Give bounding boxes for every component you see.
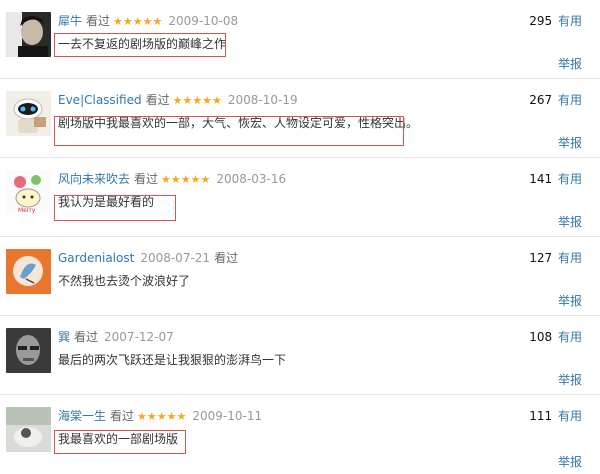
watch-status: 看过 xyxy=(214,251,239,265)
robot-avatar xyxy=(6,91,51,136)
review-item: 巽看过 2007-12-07 最后的两次飞跃还是让我狠狠的澎湃鸟一下 108 有用… xyxy=(0,316,600,395)
svg-text:Merry: Merry xyxy=(18,207,36,214)
review-date: 2009-10-08 xyxy=(168,14,239,28)
vote-count: 108 xyxy=(529,330,553,344)
highlight-box xyxy=(54,116,404,146)
review-item: 海棠一生 看过 ★★★★★ 2009-10-11 我最喜欢的一部剧场版 111 有用 … xyxy=(0,395,600,474)
useful-button[interactable]: 有用 xyxy=(558,409,582,423)
watch-status: 看过 xyxy=(74,330,99,344)
report-link[interactable]: 举报 xyxy=(558,56,582,72)
username-link[interactable]: 巽 xyxy=(58,330,70,344)
vote-count: 267 xyxy=(529,93,553,107)
rating-stars: ★★★★★ xyxy=(172,94,222,107)
review-date: 2008-10-19 xyxy=(227,93,298,107)
report-link[interactable]: 举报 xyxy=(558,293,582,309)
review-date: 2008-03-16 xyxy=(216,172,287,186)
review-item: Gardenialost 2008-07-21 看过 不然我也去烫个波浪好了 127… xyxy=(0,237,600,316)
review-header: 犀牛 看过 ★★★★★ 2009-10-08 xyxy=(58,13,238,29)
review-date: 2009-10-11 xyxy=(192,409,263,423)
watch-status: 看过 xyxy=(145,93,170,107)
review-text: 不然我也去烫个波浪好了 xyxy=(58,274,191,288)
watch-status: 看过 xyxy=(134,172,159,186)
vote-count: 141 xyxy=(529,172,553,186)
report-link[interactable]: 举报 xyxy=(558,454,582,470)
vote-area: 111 有用 xyxy=(529,408,582,424)
avatar[interactable]: Merry xyxy=(6,170,51,215)
vote-count: 127 xyxy=(529,251,553,265)
username-link[interactable]: Gardenialost xyxy=(58,251,134,265)
rating-stars: ★★★★★ xyxy=(137,410,187,423)
vote-count: 295 xyxy=(529,14,553,28)
review-text: 最后的两次飞跃还是让我狠狠的澎湃鸟一下 xyxy=(58,353,287,367)
review-item: 犀牛 看过 ★★★★★ 2009-10-08 一去不复返的剧场版的巅峰之作 295 有… xyxy=(0,0,600,79)
man-portrait-avatar xyxy=(6,12,51,57)
username-link[interactable]: 海棠一生 xyxy=(58,409,106,423)
watch-status: 看过 xyxy=(86,14,111,28)
review-item: Merry 风向未来吹去 看过 ★★★★★ 2008-03-16 我认为是最好看的 1… xyxy=(0,158,600,237)
bw-face-avatar xyxy=(6,328,51,373)
useful-button[interactable]: 有用 xyxy=(558,93,582,107)
review-item: Eve|Classified 看过 ★★★★★ 2008-10-19 剧场版中我最喜欢… xyxy=(0,79,600,158)
review-date: 2008-07-21 xyxy=(140,251,211,265)
watch-status: 看过 xyxy=(110,409,135,423)
review-header: Gardenialost 2008-07-21 看过 xyxy=(58,250,238,266)
vote-area: 127 有用 xyxy=(529,250,582,266)
cartoon-avatar: Merry xyxy=(6,170,51,215)
useful-button[interactable]: 有用 xyxy=(558,172,582,186)
report-link[interactable]: 举报 xyxy=(558,135,582,151)
username-link[interactable]: Eve|Classified xyxy=(58,93,142,107)
vote-area: 267 有用 xyxy=(529,92,582,108)
useful-button[interactable]: 有用 xyxy=(558,251,582,265)
avatar[interactable] xyxy=(6,407,51,452)
avatar[interactable] xyxy=(6,328,51,373)
vote-area: 141 有用 xyxy=(529,171,582,187)
useful-button[interactable]: 有用 xyxy=(558,330,582,344)
avatar[interactable] xyxy=(6,91,51,136)
rating-stars: ★★★★★ xyxy=(161,173,211,186)
avatar[interactable] xyxy=(6,12,51,57)
orange-drawing-avatar xyxy=(6,249,51,294)
review-header: Eve|Classified 看过 ★★★★★ 2008-10-19 xyxy=(58,92,298,108)
report-link[interactable]: 举报 xyxy=(558,214,582,230)
rating-stars: ★★★★★ xyxy=(113,15,163,28)
review-header: 海棠一生 看过 ★★★★★ 2009-10-11 xyxy=(58,408,262,424)
useful-button[interactable]: 有用 xyxy=(558,14,582,28)
avatar[interactable] xyxy=(6,249,51,294)
vote-area: 295 有用 xyxy=(529,13,582,29)
review-header: 巽看过 2007-12-07 xyxy=(58,329,174,345)
photo-avatar xyxy=(6,407,51,452)
username-link[interactable]: 风向未来吹去 xyxy=(58,172,130,186)
highlight-box xyxy=(54,33,226,57)
highlight-box xyxy=(54,430,186,454)
vote-area: 108 有用 xyxy=(529,329,582,345)
vote-count: 111 xyxy=(529,409,553,423)
highlight-box xyxy=(54,195,176,221)
review-date: 2007-12-07 xyxy=(104,330,174,344)
username-link[interactable]: 犀牛 xyxy=(58,14,82,28)
review-header: 风向未来吹去 看过 ★★★★★ 2008-03-16 xyxy=(58,171,286,187)
report-link[interactable]: 举报 xyxy=(558,372,582,388)
